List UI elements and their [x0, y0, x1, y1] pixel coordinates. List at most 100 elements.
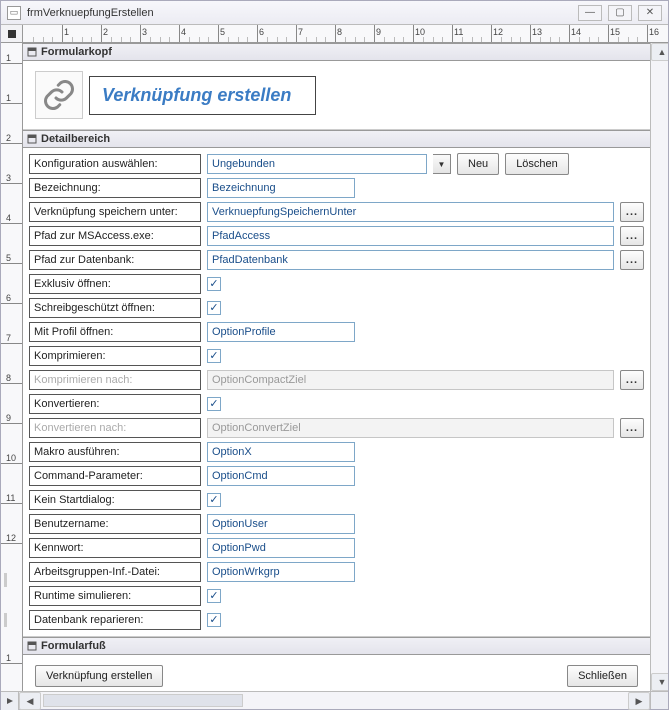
detail-row: Bezeichnung: Bezeichnung [29, 176, 644, 200]
field-input[interactable]: OptionCmd [207, 466, 355, 486]
new-button[interactable]: Neu [457, 153, 499, 175]
field-label[interactable]: Arbeitsgruppen-Inf.-Datei: [29, 562, 201, 582]
vertical-ruler[interactable]: 11234567891011121 [1, 43, 23, 691]
section-header-formularkopf[interactable]: Formularkopf [23, 43, 650, 61]
field-label[interactable]: Makro ausführen: [29, 442, 201, 462]
create-link-button[interactable]: Verknüpfung erstellen [35, 665, 163, 687]
scroll-down-button[interactable]: ▼ [651, 673, 668, 691]
field-label[interactable]: Runtime simulieren: [29, 586, 201, 606]
detail-row: Benutzername: OptionUser [29, 512, 644, 536]
detail-row: Arbeitsgruppen-Inf.-Datei: OptionWrkgrp [29, 560, 644, 584]
scrollbar-corner [650, 692, 668, 709]
checkbox[interactable] [207, 277, 221, 291]
field-input[interactable]: OptionCompactZiel [207, 370, 614, 390]
field-label[interactable]: Pfad zur Datenbank: [29, 250, 201, 270]
browse-button[interactable]: ... [620, 370, 644, 390]
field-label[interactable]: Schreibgeschützt öffnen: [29, 298, 201, 318]
link-icon [35, 71, 83, 119]
field-input[interactable]: VerknuepfungSpeichernUnter [207, 202, 614, 222]
section-toggle-icon [27, 134, 37, 144]
checkbox[interactable] [207, 613, 221, 627]
field-input[interactable]: PfadAccess [207, 226, 614, 246]
detail-row: Exklusiv öffnen: [29, 272, 644, 296]
ruler-corner[interactable] [1, 25, 23, 43]
body: 11234567891011121 Formularkopf [1, 43, 668, 691]
detail-row: Konvertieren nach: OptionConvertZiel... [29, 416, 644, 440]
detail-row: Konvertieren: [29, 392, 644, 416]
detail-row: Mit Profil öffnen: OptionProfile [29, 320, 644, 344]
field-label[interactable]: Kein Startdialog: [29, 490, 201, 510]
config-select-label[interactable]: Konfiguration auswählen: [29, 154, 201, 174]
field-label[interactable]: Konvertieren nach: [29, 418, 201, 438]
form-designer-window: ▭ frmVerknuepfungErstellen — ▢ ✕ 1234567… [0, 0, 669, 710]
scroll-h-track[interactable] [245, 692, 628, 709]
section-toggle-icon [27, 47, 37, 57]
config-select-row: Konfiguration auswählen: Ungebunden ▼ Ne… [29, 152, 644, 176]
checkbox[interactable] [207, 397, 221, 411]
scroll-right-button[interactable]: ▶ [628, 692, 650, 710]
field-label[interactable]: Command-Parameter: [29, 466, 201, 486]
formularkopf-body: Verknüpfung erstellen [23, 61, 650, 130]
detail-body: Konfiguration auswählen: Ungebunden ▼ Ne… [23, 148, 650, 637]
ruler-row: 12345678910111213141516 [1, 25, 668, 43]
close-button[interactable]: ✕ [638, 5, 662, 21]
detail-row: Command-Parameter: OptionCmd [29, 464, 644, 488]
detail-row: Verknüpfung speichern unter: Verknuepfung… [29, 200, 644, 224]
horizontal-ruler[interactable]: 12345678910111213141516 [23, 25, 668, 42]
window-title: frmVerknuepfungErstellen [27, 7, 572, 19]
field-label[interactable]: Pfad zur MSAccess.exe: [29, 226, 201, 246]
browse-button[interactable]: ... [620, 418, 644, 438]
checkbox[interactable] [207, 589, 221, 603]
browse-button[interactable]: ... [620, 250, 644, 270]
field-input[interactable]: OptionProfile [207, 322, 355, 342]
footer-body: Verknüpfung erstellen Schließen [23, 655, 650, 691]
field-label[interactable]: Datenbank reparieren: [29, 610, 201, 630]
field-input[interactable]: OptionX [207, 442, 355, 462]
scroll-v-track[interactable] [651, 61, 668, 673]
field-input[interactable]: OptionWrkgrp [207, 562, 355, 582]
field-label[interactable]: Komprimieren: [29, 346, 201, 366]
field-label[interactable]: Exklusiv öffnen: [29, 274, 201, 294]
field-label[interactable]: Bezeichnung: [29, 178, 201, 198]
field-label[interactable]: Mit Profil öffnen: [29, 322, 201, 342]
view-mode-button[interactable] [1, 692, 19, 710]
delete-button[interactable]: Löschen [505, 153, 569, 175]
maximize-button[interactable]: ▢ [608, 5, 632, 21]
checkbox[interactable] [207, 493, 221, 507]
field-label[interactable]: Verknüpfung speichern unter: [29, 202, 201, 222]
scroll-h-thumb[interactable] [43, 694, 243, 707]
minimize-button[interactable]: — [578, 5, 602, 21]
form-title-label[interactable]: Verknüpfung erstellen [89, 76, 316, 115]
detail-row: Komprimieren: [29, 344, 644, 368]
combo-dropdown-button[interactable]: ▼ [433, 154, 451, 174]
checkbox[interactable] [207, 349, 221, 363]
field-input[interactable]: Bezeichnung [207, 178, 355, 198]
detail-row: Kennwort: OptionPwd [29, 536, 644, 560]
field-label[interactable]: Kennwort: [29, 538, 201, 558]
field-input[interactable]: OptionUser [207, 514, 355, 534]
section-toggle-icon [27, 641, 37, 651]
section-header-footer[interactable]: Formularfuß [23, 637, 650, 655]
scroll-left-button[interactable]: ◀ [19, 692, 41, 710]
browse-button[interactable]: ... [620, 202, 644, 222]
checkbox[interactable] [207, 301, 221, 315]
config-select-combo[interactable]: Ungebunden [207, 154, 427, 174]
vertical-scrollbar[interactable]: ▲ ▼ [650, 43, 668, 691]
horizontal-scrollbar[interactable]: ◀ ▶ [19, 692, 650, 709]
section-header-detail[interactable]: Detailbereich [23, 130, 650, 148]
detail-row: Runtime simulieren: [29, 584, 644, 608]
close-form-button[interactable]: Schließen [567, 665, 638, 687]
field-input[interactable]: OptionPwd [207, 538, 355, 558]
browse-button[interactable]: ... [620, 226, 644, 246]
design-canvas[interactable]: Formularkopf Verknüpfung erstellen [23, 43, 650, 691]
detail-row: Pfad zur MSAccess.exe: PfadAccess... [29, 224, 644, 248]
detail-row: Kein Startdialog: [29, 488, 644, 512]
field-input[interactable]: OptionConvertZiel [207, 418, 614, 438]
section-header-label: Formularfuß [41, 640, 106, 652]
detail-row: Makro ausführen: OptionX [29, 440, 644, 464]
scroll-up-button[interactable]: ▲ [651, 43, 668, 61]
field-input[interactable]: PfadDatenbank [207, 250, 614, 270]
field-label[interactable]: Konvertieren: [29, 394, 201, 414]
field-label[interactable]: Komprimieren nach: [29, 370, 201, 390]
field-label[interactable]: Benutzername: [29, 514, 201, 534]
